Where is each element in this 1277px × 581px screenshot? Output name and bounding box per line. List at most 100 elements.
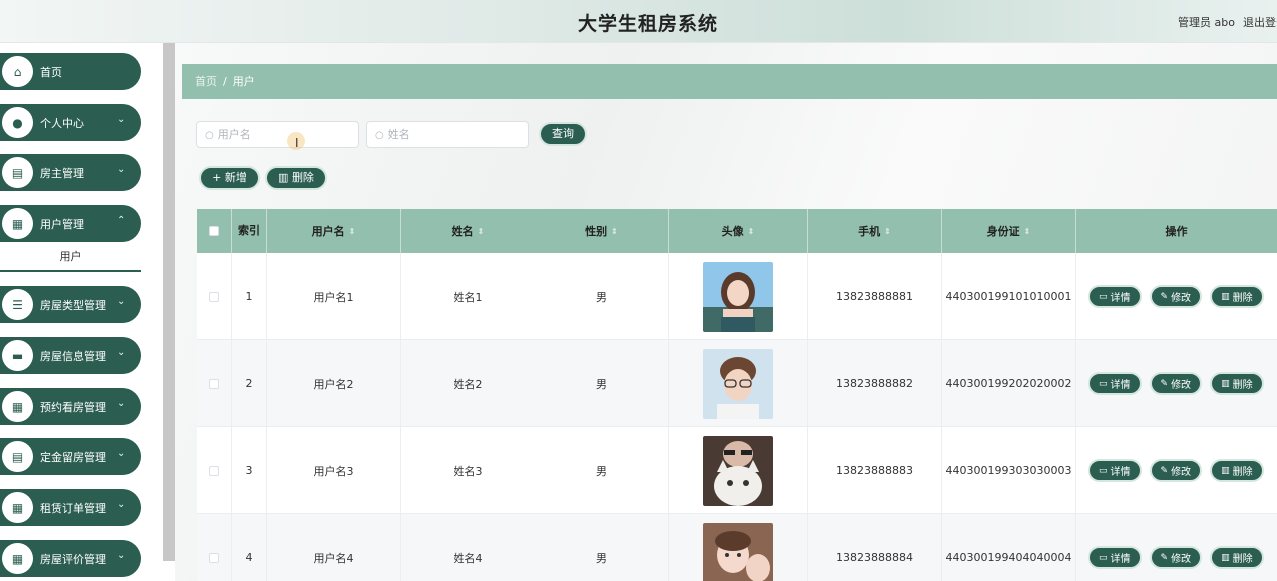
sidebar-scrollbar[interactable]	[163, 43, 175, 561]
name-search-input[interactable]: ○ 姓名	[366, 121, 529, 148]
row-checkbox[interactable]	[209, 552, 219, 563]
row-select-cell	[197, 514, 232, 581]
delete-button[interactable]: ▥ 删除	[1210, 459, 1264, 482]
submenu-item-users[interactable]: 用户	[0, 245, 141, 272]
chevron-down-icon: ⌄	[117, 114, 126, 125]
gender-cell: 男	[535, 253, 669, 340]
edit-button[interactable]: ✎ 修改	[1149, 372, 1203, 395]
person-icon: ●	[2, 107, 33, 138]
avatar-cell	[669, 340, 808, 427]
edit-icon: ✎	[1160, 552, 1169, 563]
detail-label: 详情	[1110, 467, 1131, 478]
logout-link[interactable]: 退出登录	[1243, 14, 1277, 30]
delete-button[interactable]: ▥ 删除	[1210, 546, 1264, 569]
sidebar-item-viewings[interactable]: ▦ 预约看房管理 ⌄	[0, 388, 141, 425]
username-cell: 用户名1	[267, 253, 401, 340]
column-header-username[interactable]: 用户名 ⇕	[267, 209, 401, 253]
sidebar-item-reviews[interactable]: ▦ 房屋评价管理 ⌄	[0, 540, 141, 577]
chevron-down-icon: ⌄	[117, 448, 126, 459]
trash-icon: ▥	[1221, 552, 1230, 563]
phone-cell: 13823888882	[808, 340, 942, 427]
gender-cell: 男	[535, 514, 669, 581]
column-header-gender[interactable]: 性别 ⇕	[535, 209, 669, 253]
edit-button[interactable]: ✎ 修改	[1149, 285, 1203, 308]
column-header-name[interactable]: 姓名 ⇕	[401, 209, 535, 253]
column-header-phone[interactable]: 手机 ⇕	[808, 209, 942, 253]
sidebar-item-orders[interactable]: ▦ 租赁订单管理 ⌄	[0, 489, 141, 526]
sort-icon[interactable]: ⇕	[1024, 227, 1031, 236]
edit-icon: ✎	[1160, 291, 1169, 302]
detail-label: 详情	[1110, 293, 1131, 304]
sort-icon[interactable]: ⇕	[611, 227, 618, 236]
sidebar-item-deposits[interactable]: ▤ 定金留房管理 ⌄	[0, 438, 141, 475]
sidebar-item-users[interactable]: ▦ 用户管理 ⌃	[0, 205, 141, 242]
sidebar-item-house-types[interactable]: ☰ 房屋类型管理 ⌄	[0, 286, 141, 323]
name-cell: 姓名2	[453, 377, 483, 391]
username-search-input[interactable]: ○ 用户名	[196, 121, 359, 148]
column-header-label: 用户名	[311, 225, 345, 238]
delete-label: 删除	[1232, 467, 1253, 478]
sidebar-item-home[interactable]: ⌂ 首页	[0, 53, 141, 90]
index-cell: 2	[232, 340, 267, 427]
column-header-index: 索引	[232, 209, 267, 253]
sort-icon[interactable]: ⇕	[884, 227, 891, 236]
app-title: 大学生租房系统	[577, 13, 718, 35]
current-user: 管理员 abo	[1178, 16, 1235, 29]
edit-label: 修改	[1171, 380, 1192, 391]
column-header-idcard[interactable]: 身份证 ⇕	[942, 209, 1076, 253]
detail-icon: ▭	[1099, 552, 1108, 563]
column-header-avatar[interactable]: 头像 ⇕	[669, 209, 808, 253]
detail-label: 详情	[1110, 554, 1131, 565]
sort-icon[interactable]: ⇕	[478, 227, 485, 236]
idcard-cell: 440300199303030003	[942, 427, 1076, 514]
select-all-checkbox[interactable]	[209, 226, 219, 236]
delete-button[interactable]: ▥ 删除	[1210, 372, 1264, 395]
avatar[interactable]	[703, 261, 773, 332]
grid-icon: ▦	[2, 391, 33, 422]
breadcrumb-current: 用户	[232, 75, 255, 88]
detail-button[interactable]: ▭ 详情	[1088, 285, 1142, 308]
avatar[interactable]	[703, 435, 773, 506]
avatar-cell	[669, 253, 808, 340]
sort-icon[interactable]: ⇕	[748, 227, 755, 236]
trash-icon: ▥	[1221, 291, 1230, 302]
sidebar-item-house-info[interactable]: ▬ 房屋信息管理 ⌄	[0, 337, 141, 374]
detail-button[interactable]: ▭ 详情	[1088, 372, 1142, 395]
trash-icon: ▥	[278, 171, 292, 184]
sidebar-item-profile[interactable]: ● 个人中心 ⌄	[0, 104, 141, 141]
sort-icon[interactable]: ⇕	[349, 227, 356, 236]
sidebar-item-landlords[interactable]: ▤ 房主管理 ⌄	[0, 154, 141, 191]
avatar-cell	[669, 514, 808, 581]
select-all-cell	[197, 209, 232, 253]
chevron-down-icon: ⌄	[117, 296, 126, 307]
sidebar-item-label: 房屋评价管理	[40, 553, 106, 566]
edit-button[interactable]: ✎ 修改	[1149, 546, 1203, 569]
detail-button[interactable]: ▭ 详情	[1088, 546, 1142, 569]
avatar[interactable]	[703, 348, 773, 419]
batch-delete-button[interactable]: ▥ 删除	[265, 166, 327, 190]
row-checkbox[interactable]	[209, 291, 219, 302]
table-header: 索引 用户名 ⇕ 姓名 ⇕ 性别 ⇕ 头像 ⇕ 手机 ⇕ 身份证 ⇕ 操作	[197, 209, 1277, 253]
edit-button[interactable]: ✎ 修改	[1149, 459, 1203, 482]
chevron-down-icon: ⌄	[117, 499, 126, 510]
add-button[interactable]: + 新增	[199, 166, 260, 190]
username-placeholder: 用户名	[217, 128, 251, 141]
row-checkbox[interactable]	[209, 378, 219, 389]
index-cell: 3	[232, 427, 267, 514]
column-header-label: 手机	[858, 225, 881, 238]
breadcrumb: 首页 / 用户	[182, 64, 1277, 99]
edit-label: 修改	[1171, 293, 1192, 304]
avatar[interactable]	[703, 522, 773, 581]
sidebar-item-label: 预约看房管理	[40, 401, 106, 414]
chevron-down-icon: ⌄	[117, 550, 126, 561]
detail-button[interactable]: ▭ 详情	[1088, 459, 1142, 482]
clipboard-icon: ▤	[2, 441, 33, 472]
delete-button[interactable]: ▥ 删除	[1210, 285, 1264, 308]
sidebar-item-label: 房主管理	[40, 167, 84, 180]
query-button[interactable]: 查询	[539, 122, 587, 146]
row-checkbox[interactable]	[209, 465, 219, 476]
table-row: 3 用户名3 姓名3 男 13823888883 440300199303030…	[197, 427, 1277, 514]
breadcrumb-home[interactable]: 首页	[195, 75, 217, 88]
gender-cell: 男	[535, 340, 669, 427]
breadcrumb-separator: /	[223, 75, 227, 88]
